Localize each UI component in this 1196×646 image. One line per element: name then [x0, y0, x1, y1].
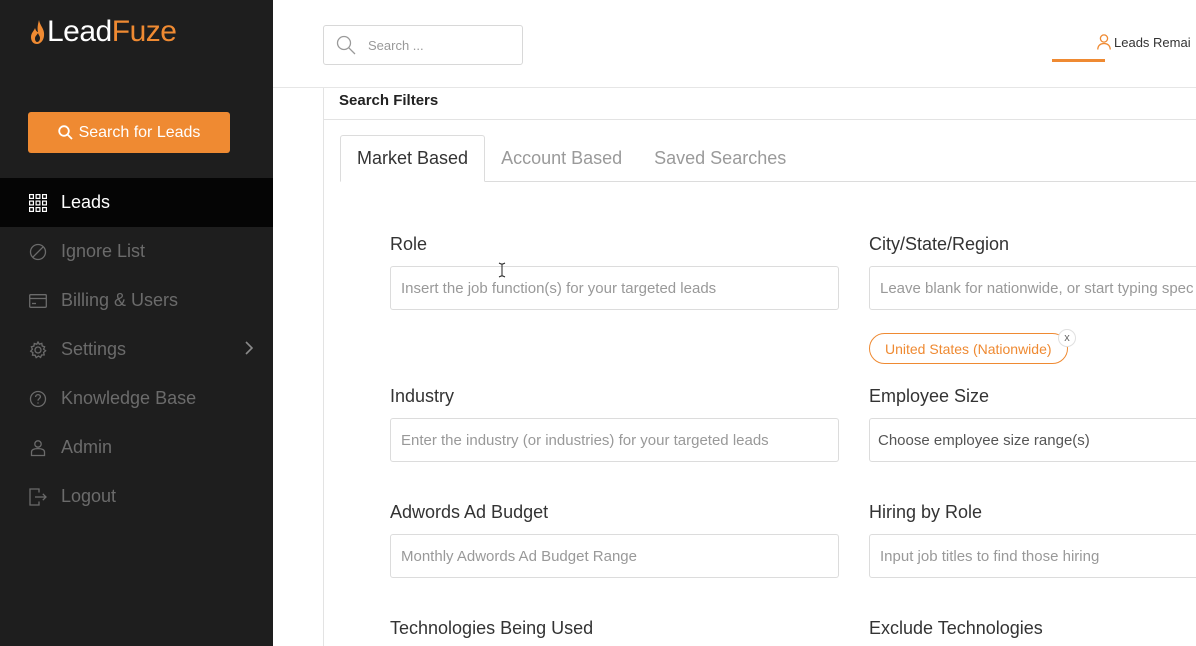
- sidebar: Lead Fuze Search for Leads Leads Ignore …: [0, 0, 273, 646]
- sidebar-item-label: Leads: [61, 192, 111, 212]
- leadfuze-logo[interactable]: Lead Fuze: [30, 14, 177, 50]
- sidebar-nav: Leads Ignore List Billing & Users Settin…: [0, 178, 273, 521]
- gear-icon: [28, 340, 48, 360]
- employee-size-label: Employee Size: [869, 386, 990, 406]
- industry-label: Industry: [390, 386, 455, 406]
- leads-remaining-label: Leads Remai: [1114, 34, 1191, 50]
- active-indicator: [1052, 59, 1105, 62]
- sidebar-item-admin[interactable]: Admin: [0, 423, 273, 472]
- role-input[interactable]: Insert the job function(s) for your targ…: [390, 266, 839, 310]
- sidebar-item-leads[interactable]: Leads: [0, 178, 273, 227]
- city-label: City/State/Region: [869, 234, 1010, 254]
- filter-tabs: Market Based Account Based Saved Searche…: [340, 135, 802, 182]
- technologies-label: Technologies Being Used: [390, 618, 594, 638]
- search-filters-panel: Search Filters Market Based Account Base…: [323, 88, 1196, 646]
- admin-icon: [28, 438, 48, 458]
- sidebar-item-label: Billing & Users: [61, 290, 179, 310]
- leads-remaining[interactable]: Leads Remai: [1097, 34, 1191, 50]
- panel-divider: [324, 119, 1196, 120]
- tab-market-based[interactable]: Market Based: [340, 135, 486, 182]
- sidebar-item-label: Logout: [61, 486, 117, 506]
- remove-tag-button[interactable]: x: [1058, 329, 1076, 347]
- exclude-technologies-label: Exclude Technologies: [869, 618, 1043, 638]
- search-for-leads-button[interactable]: Search for Leads: [28, 112, 230, 153]
- search-input[interactable]: [368, 37, 508, 53]
- logo-fuze-text: Fuze: [111, 15, 177, 48]
- tab-account-based[interactable]: Account Based: [485, 135, 638, 182]
- user-icon: [1097, 34, 1111, 50]
- search-for-leads-label: Search for Leads: [78, 123, 201, 141]
- text-cursor-icon: [498, 262, 506, 278]
- sidebar-item-logout[interactable]: Logout: [0, 472, 273, 521]
- sidebar-item-label: Ignore List: [61, 241, 146, 261]
- ignore-icon: [28, 242, 48, 262]
- location-tag: United States (Nationwide): [869, 333, 1068, 364]
- hiring-input[interactable]: Input job titles to find those hiring: [869, 534, 1196, 578]
- city-input[interactable]: Leave blank for nationwide, or start typ…: [869, 266, 1196, 310]
- sidebar-item-label: Admin: [61, 437, 113, 457]
- logo-lead-text: Lead: [47, 15, 112, 48]
- search-icon: [336, 35, 356, 55]
- flame-icon: [31, 20, 45, 44]
- question-icon: [28, 389, 48, 409]
- sidebar-item-label: Settings: [61, 339, 127, 359]
- tab-saved-searches[interactable]: Saved Searches: [638, 135, 802, 182]
- sidebar-item-knowledge-base[interactable]: Knowledge Base: [0, 374, 273, 423]
- employee-size-select[interactable]: Choose employee size range(s): [869, 418, 1196, 462]
- sidebar-item-billing-users[interactable]: Billing & Users: [0, 276, 273, 325]
- industry-input[interactable]: Enter the industry (or industries) for y…: [390, 418, 839, 462]
- chevron-right-icon: [245, 341, 253, 355]
- logout-icon: [28, 487, 48, 507]
- global-search[interactable]: [323, 25, 523, 65]
- adwords-label: Adwords Ad Budget: [390, 502, 549, 522]
- sidebar-item-label: Knowledge Base: [61, 388, 197, 408]
- role-label: Role: [390, 234, 428, 254]
- hiring-label: Hiring by Role: [869, 502, 983, 522]
- sidebar-item-settings[interactable]: Settings: [0, 325, 273, 374]
- credit-card-icon: [28, 291, 48, 311]
- grid-icon: [28, 193, 48, 213]
- sidebar-item-ignore-list[interactable]: Ignore List: [0, 227, 273, 276]
- panel-title: Search Filters: [339, 92, 439, 109]
- top-bar: Leads Remai: [273, 0, 1196, 88]
- search-icon: [57, 125, 73, 140]
- adwords-input[interactable]: Monthly Adwords Ad Budget Range: [390, 534, 839, 578]
